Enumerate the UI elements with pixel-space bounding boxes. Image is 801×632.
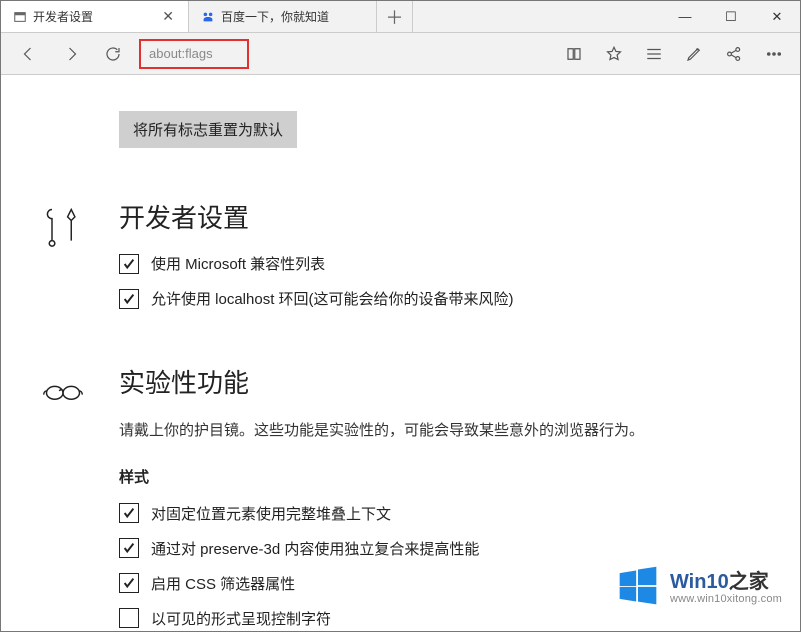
- close-window-button[interactable]: ✕: [754, 1, 800, 32]
- watermark-brand: Win10之家: [670, 571, 782, 593]
- back-button[interactable]: [9, 37, 49, 71]
- address-bar[interactable]: about:flags: [139, 39, 249, 69]
- option-label: 对固定位置元素使用完整堆叠上下文: [151, 503, 391, 524]
- section-title: 实验性功能: [119, 363, 679, 400]
- more-button[interactable]: [754, 37, 794, 71]
- checkbox-icon: [119, 289, 139, 309]
- styles-subheading: 样式: [119, 466, 679, 487]
- section-title: 开发者设置: [119, 198, 679, 235]
- goggles-icon: [41, 363, 119, 631]
- section-description: 请戴上你的护目镜。这些功能是实验性的，可能会导致某些意外的浏览器行为。: [119, 418, 679, 444]
- checkbox-icon: [119, 254, 139, 274]
- webnote-button[interactable]: [674, 37, 714, 71]
- favorite-button[interactable]: [594, 37, 634, 71]
- forward-icon: [62, 45, 80, 63]
- share-icon: [725, 45, 743, 63]
- titlebar: 开发者设置 ✕ 百度一下，你就知道 ＋ — ☐ ✕: [1, 1, 800, 33]
- tab-developer-settings[interactable]: 开发者设置 ✕: [1, 1, 189, 32]
- hub-icon: [645, 45, 663, 63]
- option-compat-list[interactable]: 使用 Microsoft 兼容性列表: [119, 253, 679, 274]
- refresh-button[interactable]: [93, 37, 133, 71]
- option-preserve3d-compositing[interactable]: 通过对 preserve-3d 内容使用独立复合来提高性能: [119, 538, 679, 559]
- option-label: 以可见的形式呈现控制字符: [151, 608, 331, 629]
- watermark-url: www.win10xitong.com: [670, 593, 782, 605]
- section-developer-settings: 开发者设置 使用 Microsoft 兼容性列表 允许使用 localhost …: [41, 198, 760, 323]
- tab-icon: [13, 10, 27, 24]
- option-label: 允许使用 localhost 环回(这可能会给你的设备带来风险): [151, 288, 514, 309]
- maximize-button[interactable]: ☐: [708, 1, 754, 32]
- hub-button[interactable]: [634, 37, 674, 71]
- tab-baidu[interactable]: 百度一下，你就知道: [189, 1, 377, 32]
- refresh-icon: [104, 45, 122, 63]
- forward-button[interactable]: [51, 37, 91, 71]
- checkbox-icon: [119, 538, 139, 558]
- minimize-button[interactable]: —: [662, 1, 708, 32]
- back-icon: [20, 45, 38, 63]
- tools-icon: [41, 198, 119, 323]
- option-fixed-stacking[interactable]: 对固定位置元素使用完整堆叠上下文: [119, 503, 679, 524]
- option-visible-control-chars[interactable]: 以可见的形式呈现控制字符: [119, 608, 679, 629]
- checkbox-icon: [119, 573, 139, 593]
- checkbox-icon: [119, 503, 139, 523]
- watermark: Win10之家 www.win10xitong.com: [616, 564, 782, 613]
- option-css-filters[interactable]: 启用 CSS 筛选器属性: [119, 573, 679, 594]
- tab-label: 百度一下，你就知道: [221, 8, 329, 25]
- webnote-icon: [685, 45, 703, 63]
- tab-close-button[interactable]: ✕: [158, 8, 178, 25]
- star-icon: [605, 45, 623, 63]
- share-button[interactable]: [714, 37, 754, 71]
- option-label: 启用 CSS 筛选器属性: [151, 573, 295, 594]
- toolbar: about:flags: [1, 33, 800, 75]
- checkbox-icon: [119, 608, 139, 628]
- reading-view-button[interactable]: [554, 37, 594, 71]
- option-localhost-loopback[interactable]: 允许使用 localhost 环回(这可能会给你的设备带来风险): [119, 288, 679, 309]
- tab-label: 开发者设置: [33, 8, 93, 25]
- windows-logo-icon: [616, 564, 660, 613]
- option-label: 使用 Microsoft 兼容性列表: [151, 253, 325, 274]
- reading-icon: [565, 45, 583, 63]
- more-icon: [765, 45, 783, 63]
- baidu-favicon: [201, 10, 215, 24]
- window-controls: — ☐ ✕: [662, 1, 800, 32]
- option-label: 通过对 preserve-3d 内容使用独立复合来提高性能: [151, 538, 479, 559]
- address-text: about:flags: [149, 46, 213, 61]
- reset-flags-button[interactable]: 将所有标志重置为默认: [119, 111, 297, 148]
- new-tab-button[interactable]: ＋: [377, 1, 413, 32]
- page-content: 将所有标志重置为默认 开发者设置 使用 Microsoft 兼容性列表 允许使用…: [1, 75, 800, 631]
